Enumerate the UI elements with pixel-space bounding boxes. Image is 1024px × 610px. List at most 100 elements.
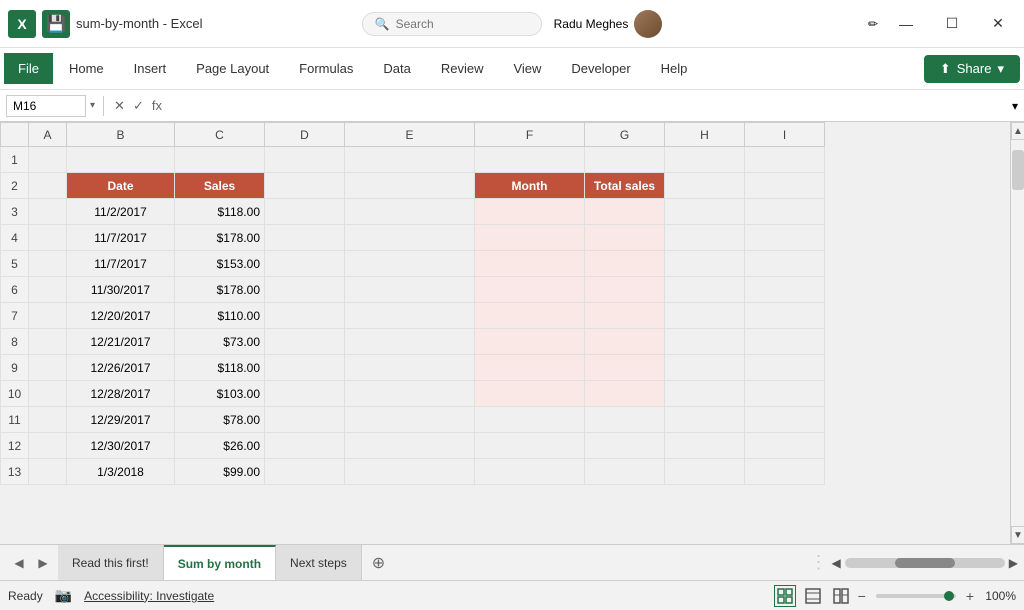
cell-d11[interactable] <box>265 407 345 433</box>
cell-e13[interactable] <box>345 459 475 485</box>
cell-b3[interactable]: 11/2/2017 <box>67 199 175 225</box>
formula-bar-expand-icon[interactable]: ▾ <box>1012 99 1018 113</box>
cell-h4[interactable] <box>665 225 745 251</box>
cell-g13[interactable] <box>585 459 665 485</box>
cell-c11[interactable]: $78.00 <box>175 407 265 433</box>
add-sheet-button[interactable]: ⊕ <box>362 545 395 580</box>
cell-d3[interactable] <box>265 199 345 225</box>
cell-g7[interactable] <box>585 303 665 329</box>
cell-g2-header[interactable]: Total sales <box>585 173 665 199</box>
ribbon-tab-data[interactable]: Data <box>369 53 424 84</box>
zoom-slider-thumb[interactable] <box>944 591 954 601</box>
cell-c2-header[interactable]: Sales <box>175 173 265 199</box>
col-header-f[interactable]: F <box>475 123 585 147</box>
cell-g11[interactable] <box>585 407 665 433</box>
cell-e12[interactable] <box>345 433 475 459</box>
cell-g9[interactable] <box>585 355 665 381</box>
cell-a11[interactable] <box>29 407 67 433</box>
cell-i4[interactable] <box>745 225 825 251</box>
cell-i5[interactable] <box>745 251 825 277</box>
cell-g6[interactable] <box>585 277 665 303</box>
cell-d10[interactable] <box>265 381 345 407</box>
cell-e10[interactable] <box>345 381 475 407</box>
cell-g8[interactable] <box>585 329 665 355</box>
cell-d7[interactable] <box>265 303 345 329</box>
cell-h9[interactable] <box>665 355 745 381</box>
view-layout-button[interactable] <box>802 585 824 607</box>
cell-h5[interactable] <box>665 251 745 277</box>
col-header-a[interactable]: A <box>29 123 67 147</box>
cell-a13[interactable] <box>29 459 67 485</box>
cell-i8[interactable] <box>745 329 825 355</box>
cell-f12[interactable] <box>475 433 585 459</box>
cell-h13[interactable] <box>665 459 745 485</box>
cell-c12[interactable]: $26.00 <box>175 433 265 459</box>
cell-c13[interactable]: $99.00 <box>175 459 265 485</box>
cell-h10[interactable] <box>665 381 745 407</box>
cell-h7[interactable] <box>665 303 745 329</box>
cell-a7[interactable] <box>29 303 67 329</box>
cell-b8[interactable]: 12/21/2017 <box>67 329 175 355</box>
cell-b2-header[interactable]: Date <box>67 173 175 199</box>
cell-i6[interactable] <box>745 277 825 303</box>
col-header-e[interactable]: E <box>345 123 475 147</box>
cell-f8[interactable] <box>475 329 585 355</box>
cell-c8[interactable]: $73.00 <box>175 329 265 355</box>
col-header-i[interactable]: I <box>745 123 825 147</box>
cell-a12[interactable] <box>29 433 67 459</box>
cancel-icon[interactable]: ✕ <box>112 98 127 114</box>
cell-e7[interactable] <box>345 303 475 329</box>
cell-c1[interactable] <box>175 147 265 173</box>
cell-h11[interactable] <box>665 407 745 433</box>
close-button[interactable]: ✕ <box>980 8 1016 40</box>
accessibility-label[interactable]: Accessibility: Investigate <box>84 589 214 603</box>
cell-f3[interactable] <box>475 199 585 225</box>
cell-b12[interactable]: 12/30/2017 <box>67 433 175 459</box>
cell-i10[interactable] <box>745 381 825 407</box>
col-header-b[interactable]: B <box>67 123 175 147</box>
cell-e8[interactable] <box>345 329 475 355</box>
tab-nav-next-button[interactable]: ▶ <box>32 552 54 574</box>
cell-f1[interactable] <box>475 147 585 173</box>
cell-h2[interactable] <box>665 173 745 199</box>
ribbon-tab-developer[interactable]: Developer <box>557 53 644 84</box>
ribbon-tab-file[interactable]: File <box>4 53 53 84</box>
cell-g12[interactable] <box>585 433 665 459</box>
zoom-slider[interactable] <box>876 594 956 598</box>
cell-d9[interactable] <box>265 355 345 381</box>
cell-i1[interactable] <box>745 147 825 173</box>
cell-h6[interactable] <box>665 277 745 303</box>
search-input[interactable] <box>396 17 526 31</box>
cell-e11[interactable] <box>345 407 475 433</box>
cell-d8[interactable] <box>265 329 345 355</box>
search-box[interactable]: 🔍 <box>362 12 542 36</box>
tab-next-steps[interactable]: Next steps <box>276 545 362 580</box>
cell-a8[interactable] <box>29 329 67 355</box>
ribbon-tab-home[interactable]: Home <box>55 53 118 84</box>
cell-c5[interactable]: $153.00 <box>175 251 265 277</box>
cell-b1[interactable] <box>67 147 175 173</box>
tab-sum-by-month[interactable]: Sum by month <box>164 545 276 580</box>
cell-i2[interactable] <box>745 173 825 199</box>
cell-h3[interactable] <box>665 199 745 225</box>
cell-e3[interactable] <box>345 199 475 225</box>
share-button[interactable]: ⬆ Share ▾ <box>924 55 1020 83</box>
cell-a4[interactable] <box>29 225 67 251</box>
cell-h12[interactable] <box>665 433 745 459</box>
cell-i11[interactable] <box>745 407 825 433</box>
cell-e9[interactable] <box>345 355 475 381</box>
cell-f9[interactable] <box>475 355 585 381</box>
col-header-h[interactable]: H <box>665 123 745 147</box>
cell-f13[interactable] <box>475 459 585 485</box>
cell-f4[interactable] <box>475 225 585 251</box>
zoom-minus-button[interactable]: − <box>858 588 866 604</box>
name-box-dropdown-icon[interactable]: ▾ <box>90 100 95 111</box>
cell-f5[interactable] <box>475 251 585 277</box>
name-box[interactable]: M16 <box>6 95 86 117</box>
cell-g4[interactable] <box>585 225 665 251</box>
cell-i13[interactable] <box>745 459 825 485</box>
cell-a6[interactable] <box>29 277 67 303</box>
cell-f2-header[interactable]: Month <box>475 173 585 199</box>
cell-a5[interactable] <box>29 251 67 277</box>
horizontal-scrollbar[interactable] <box>845 558 1005 568</box>
